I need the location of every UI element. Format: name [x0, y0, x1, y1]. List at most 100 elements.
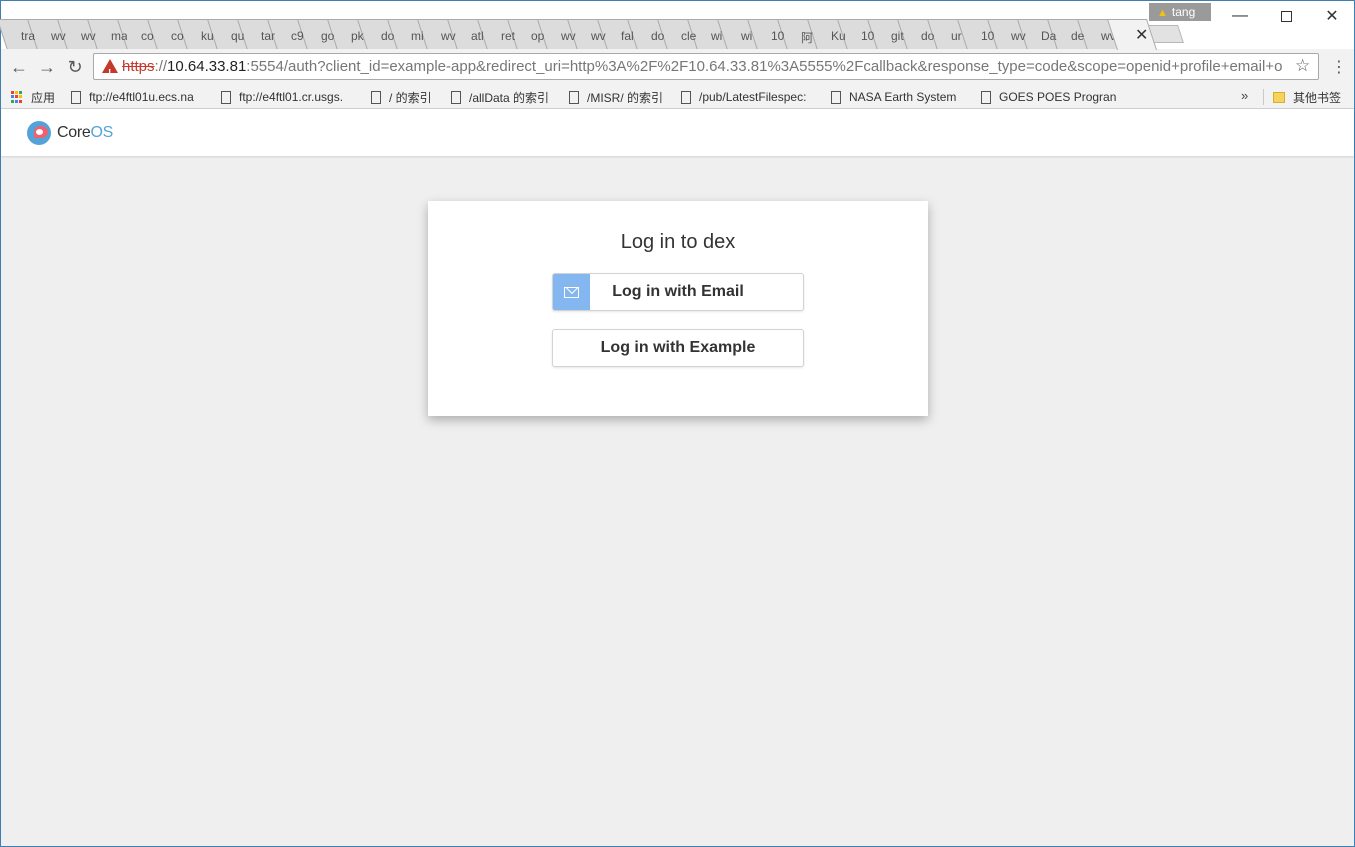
tab[interactable]: do	[637, 19, 667, 49]
tab[interactable]: c9	[277, 19, 307, 49]
bookmark-item[interactable]: / 的索引	[371, 88, 432, 106]
bookmark-label: NASA Earth System	[849, 90, 957, 104]
tab-title: Ku	[831, 29, 846, 43]
url-path: :5554/auth?client_id=example-app&redirec…	[246, 58, 1283, 75]
tab[interactable]: wv	[997, 19, 1027, 49]
tab[interactable]: co	[127, 19, 157, 49]
tab[interactable]: ma	[97, 19, 127, 49]
page-icon	[569, 90, 579, 104]
tab[interactable]: tar	[247, 19, 277, 49]
tab[interactable]: 10	[967, 19, 997, 49]
profile-name: tang	[1171, 5, 1196, 19]
browser-toolbar: ← → ↻ https://10.64.33.81:5554/auth?clie…	[1, 49, 1354, 85]
tab[interactable]: ret	[487, 19, 517, 49]
tab-title: do	[921, 29, 935, 43]
tab[interactable]: go	[307, 19, 337, 49]
page-icon	[71, 90, 81, 104]
bookmarks-overflow-button[interactable]: »	[1241, 88, 1248, 103]
tab-close-icon[interactable]: ✕	[1117, 19, 1147, 45]
tab[interactable]: cle	[667, 19, 697, 49]
login-email-button[interactable]: Log in with Email	[552, 273, 804, 311]
url-scheme: https	[122, 58, 155, 75]
tab[interactable]: git	[877, 19, 907, 49]
close-window-button[interactable]: ✕	[1309, 1, 1355, 31]
tab[interactable]: wv	[547, 19, 577, 49]
bookmark-apps[interactable]: 应用	[11, 88, 55, 106]
bookmark-star-icon[interactable]: ☆	[1295, 56, 1310, 76]
tab[interactable]: wi	[727, 19, 757, 49]
page-icon	[451, 90, 461, 104]
apps-grid-icon	[11, 91, 23, 103]
tab[interactable]: ur	[937, 19, 967, 49]
bookmark-item[interactable]: NASA Earth System	[831, 88, 956, 106]
tab[interactable]: op	[517, 19, 547, 49]
active-tab[interactable]: ✕	[1117, 19, 1157, 49]
bookmark-label: ftp://e4ftl01u.ecs.na	[89, 90, 194, 104]
back-button[interactable]: ←	[7, 55, 31, 79]
bookmark-item[interactable]: /pub/LatestFilespec:	[681, 88, 806, 106]
tab[interactable]: qu	[217, 19, 247, 49]
tab[interactable]: wv	[67, 19, 97, 49]
tab[interactable]: do	[367, 19, 397, 49]
tab-title: do	[651, 29, 665, 43]
tab-title: wv	[591, 29, 606, 43]
tab-title: tar	[261, 29, 276, 43]
tab-title: fal	[621, 29, 634, 43]
login-card: Log in to dex Log in with Email Log in w…	[428, 201, 928, 416]
reload-button[interactable]: ↻	[63, 55, 87, 79]
minimize-icon: —	[1232, 7, 1248, 24]
bookmark-item[interactable]: ftp://e4ftl01.cr.usgs.	[221, 88, 343, 106]
tab[interactable]: mi	[397, 19, 427, 49]
tab[interactable]: pk	[337, 19, 367, 49]
envelope-icon	[564, 286, 579, 298]
tab[interactable]: atl	[457, 19, 487, 49]
url-separator: ://	[154, 58, 168, 75]
browser-menu-icon[interactable]: ⋮	[1331, 57, 1347, 77]
tab[interactable]: de	[1057, 19, 1087, 49]
tab[interactable]: Da	[1027, 19, 1057, 49]
login-example-button[interactable]: Log in with Example	[552, 329, 804, 367]
forward-arrow-icon: →	[38, 56, 56, 77]
bookmark-item[interactable]: /MISR/ 的索引	[569, 88, 663, 106]
tab[interactable]: co	[157, 19, 187, 49]
tab-title: mi	[411, 29, 424, 43]
tab[interactable]: do	[907, 19, 937, 49]
tab[interactable]: 阿	[787, 19, 817, 49]
address-bar[interactable]: https://10.64.33.81:5554/auth?client_id=…	[93, 53, 1319, 80]
tab[interactable]: wv	[37, 19, 67, 49]
bookmark-label: /pub/LatestFilespec:	[699, 90, 807, 104]
page-icon	[371, 90, 381, 104]
bookmarks-bar: 应用 ftp://e4ftl01u.ecs.na ftp://e4ftl01.cr…	[1, 85, 1354, 109]
tab[interactable]: tra	[7, 19, 37, 49]
tab[interactable]: ku	[187, 19, 217, 49]
tab[interactable]: wv	[577, 19, 607, 49]
maximize-button[interactable]	[1263, 1, 1309, 31]
bookmark-label: 其他书签	[1293, 90, 1342, 105]
tab-title: 阿	[801, 31, 814, 45]
minimize-button[interactable]: —	[1217, 1, 1263, 31]
tab-title: git	[891, 29, 904, 43]
page-icon	[981, 90, 991, 104]
not-secure-warning-icon	[102, 59, 118, 79]
other-bookmarks-folder[interactable]: 其他书签	[1273, 88, 1341, 106]
page-icon	[221, 90, 231, 104]
forward-button[interactable]: →	[35, 55, 59, 79]
tab-title: 10	[861, 29, 875, 43]
tab-title: tra	[21, 29, 36, 43]
tab[interactable]: fal	[607, 19, 637, 49]
tab[interactable]: Ku	[817, 19, 847, 49]
profile-badge[interactable]: ▲ tang	[1149, 3, 1211, 21]
tab[interactable]: 10	[757, 19, 787, 49]
tab-title: wv	[51, 29, 66, 43]
tab-title: 10	[771, 29, 785, 43]
tab-title: go	[321, 29, 335, 43]
tab[interactable]: wi	[697, 19, 727, 49]
coreos-logo[interactable]: CoreOS	[27, 121, 113, 145]
logo-core: Core	[57, 124, 91, 141]
bookmark-item[interactable]: /allData 的索引	[451, 88, 549, 106]
tab[interactable]: wv	[427, 19, 457, 49]
tab[interactable]: 10	[847, 19, 877, 49]
bookmark-item[interactable]: GOES POES Progran	[981, 88, 1116, 106]
tab-title: wi	[741, 29, 753, 43]
bookmark-item[interactable]: ftp://e4ftl01u.ecs.na	[71, 88, 194, 106]
